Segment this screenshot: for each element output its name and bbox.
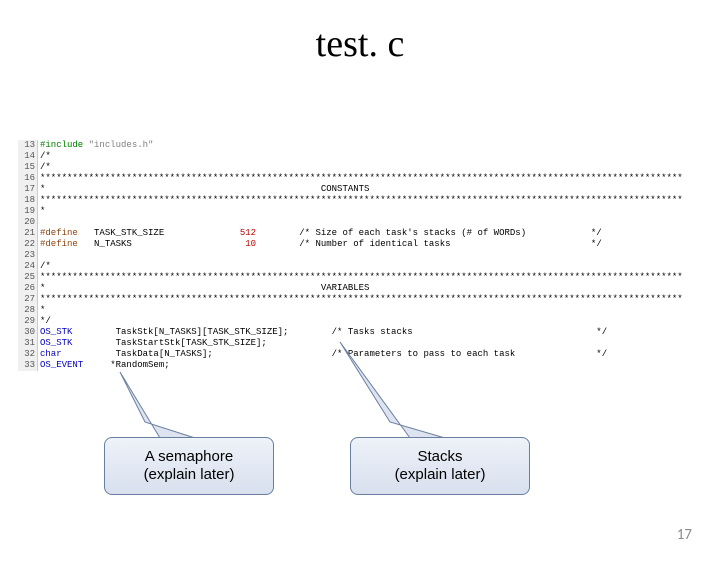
slide-title: test. c xyxy=(0,22,720,66)
code-content: #define N_TASKS 10 /* Number of identica… xyxy=(40,239,602,250)
code-line: 23 xyxy=(18,250,702,261)
code-content: ****************************************… xyxy=(40,294,683,305)
code-content: ****************************************… xyxy=(40,195,683,206)
code-line: 16**************************************… xyxy=(18,173,702,184)
line-number: 32 xyxy=(18,349,38,360)
line-number: 23 xyxy=(18,250,38,261)
code-content: */ xyxy=(40,316,51,327)
callout-text: Stacks xyxy=(417,448,462,465)
line-number: 30 xyxy=(18,327,38,338)
line-number: 31 xyxy=(18,338,38,349)
code-content: * CONSTANTS xyxy=(40,184,369,195)
code-line: 13#include "includes.h" xyxy=(18,140,702,151)
line-number: 15 xyxy=(18,162,38,173)
line-number: 28 xyxy=(18,305,38,316)
code-line: 24/* xyxy=(18,261,702,272)
code-content: /* xyxy=(40,261,51,272)
code-content: #include "includes.h" xyxy=(40,140,153,151)
code-content: * xyxy=(40,206,45,217)
code-line: 21#define TASK_STK_SIZE 512 /* Size of e… xyxy=(18,228,702,239)
line-number: 14 xyxy=(18,151,38,162)
code-content: char TaskData[N_TASKS]; /* Parameters to… xyxy=(40,349,607,360)
code-line: 15/* xyxy=(18,162,702,173)
code-line: 14/* xyxy=(18,151,702,162)
code-line: 27**************************************… xyxy=(18,294,702,305)
line-number: 16 xyxy=(18,173,38,184)
code-content: /* xyxy=(40,162,51,173)
line-number: 17 xyxy=(18,184,38,195)
code-content: ****************************************… xyxy=(40,173,683,184)
callout-semaphore: A semaphore (explain later) xyxy=(104,437,274,495)
line-number: 25 xyxy=(18,272,38,283)
line-number: 29 xyxy=(18,316,38,327)
page-number: 17 xyxy=(677,526,692,544)
line-number: 18 xyxy=(18,195,38,206)
line-number: 27 xyxy=(18,294,38,305)
code-line: 28* xyxy=(18,305,702,316)
callout-arrow-stacks xyxy=(330,337,470,447)
line-number: 22 xyxy=(18,239,38,250)
code-content: #define TASK_STK_SIZE 512 /* Size of eac… xyxy=(40,228,602,239)
line-number: 21 xyxy=(18,228,38,239)
callout-stacks: Stacks (explain later) xyxy=(350,437,530,495)
line-number: 33 xyxy=(18,360,38,371)
callout-text: (explain later) xyxy=(144,466,235,483)
callout-text: A semaphore xyxy=(145,448,233,465)
code-line: 29*/ xyxy=(18,316,702,327)
code-content: * VARIABLES xyxy=(40,283,369,294)
callout-text: (explain later) xyxy=(395,466,486,483)
code-line: 22#define N_TASKS 10 /* Number of identi… xyxy=(18,239,702,250)
code-content: ****************************************… xyxy=(40,272,683,283)
code-content: * xyxy=(40,305,45,316)
line-number: 20 xyxy=(18,217,38,228)
code-line: 26* VARIABLES xyxy=(18,283,702,294)
code-line: 19* xyxy=(18,206,702,217)
line-number: 13 xyxy=(18,140,38,151)
code-line: 25**************************************… xyxy=(18,272,702,283)
line-number: 24 xyxy=(18,261,38,272)
code-content: OS_STK TaskStartStk[TASK_STK_SIZE]; xyxy=(40,338,267,349)
code-content: /* xyxy=(40,151,51,162)
line-number: 19 xyxy=(18,206,38,217)
code-line: 17* CONSTANTS xyxy=(18,184,702,195)
code-content: OS_STK TaskStk[N_TASKS][TASK_STK_SIZE]; … xyxy=(40,327,607,338)
code-line: 20 xyxy=(18,217,702,228)
code-line: 18**************************************… xyxy=(18,195,702,206)
line-number: 26 xyxy=(18,283,38,294)
